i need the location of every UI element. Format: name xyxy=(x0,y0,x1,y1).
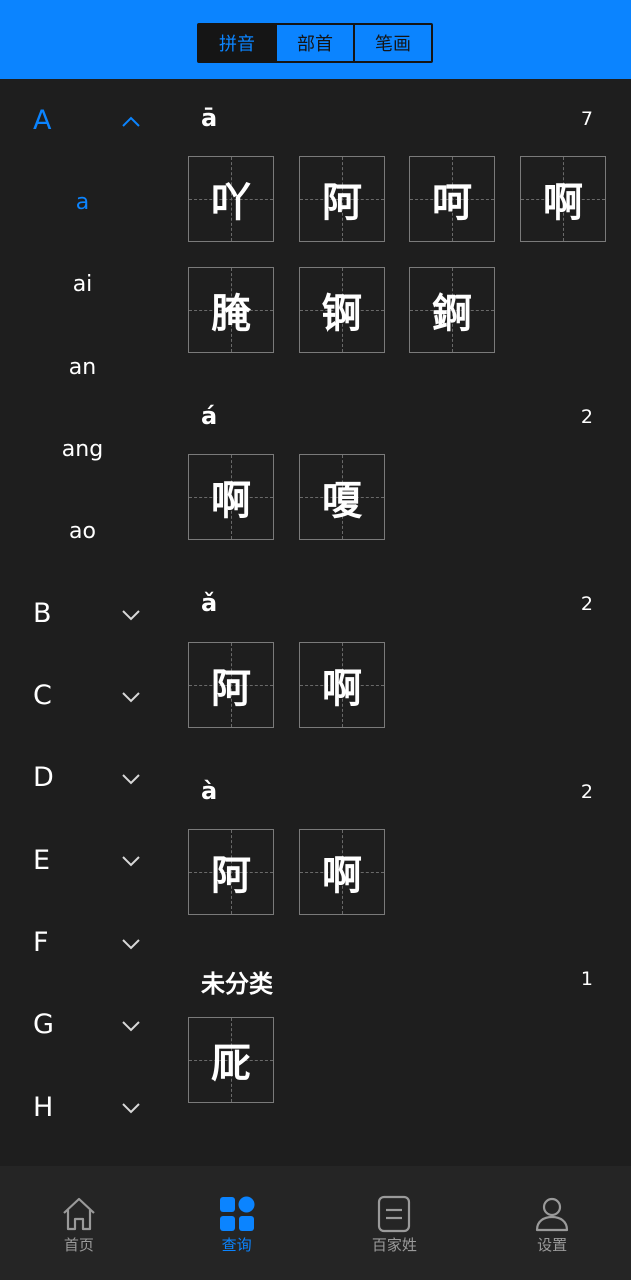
letter-sidebar: A a ai an ang ao B C D E F G H xyxy=(0,80,165,1166)
character-tile[interactable]: 錒 xyxy=(409,267,495,353)
section-title: á xyxy=(201,402,218,430)
character-tile[interactable]: 阿 xyxy=(299,156,385,242)
character: 阿 xyxy=(211,666,251,712)
chevron-down-icon[interactable] xyxy=(121,938,141,950)
character-tile[interactable]: 嗄 xyxy=(299,454,385,540)
character: 嗄 xyxy=(322,478,362,524)
chevron-down-icon[interactable] xyxy=(121,1020,141,1032)
character: 啊 xyxy=(543,180,583,226)
character-tile[interactable]: 呵 xyxy=(409,156,495,242)
tab-radical[interactable]: 部首 xyxy=(275,25,353,61)
mode-segmented-control: 拼音 部首 笔画 xyxy=(197,23,433,63)
sidebar-letter-f[interactable]: F xyxy=(33,927,49,958)
nav-settings[interactable]: 设置 xyxy=(473,1166,631,1280)
sidebar-sub-a[interactable]: a xyxy=(0,190,165,215)
character-tile[interactable]: 锕 xyxy=(299,267,385,353)
section-count: 2 xyxy=(580,593,593,615)
nav-label: 设置 xyxy=(537,1236,568,1254)
bottom-navigation: 首页 查询 百家姓 设置 xyxy=(0,1166,631,1280)
home-icon xyxy=(63,1197,95,1231)
nav-label: 百家姓 xyxy=(371,1236,417,1254)
character: 啊 xyxy=(211,478,251,524)
sidebar-letter-e[interactable]: E xyxy=(33,845,50,876)
character-tile[interactable]: 啊 xyxy=(520,156,606,242)
character: 錒 xyxy=(432,291,472,337)
character: 锕 xyxy=(322,291,362,337)
sidebar-letter-a[interactable]: A xyxy=(33,105,51,136)
section-count: 2 xyxy=(580,781,593,803)
character-tile[interactable]: 吖 xyxy=(188,156,274,242)
grid-icon xyxy=(219,1196,255,1231)
section-title: 未分类 xyxy=(201,970,273,998)
chevron-down-icon[interactable] xyxy=(121,609,141,621)
character: 吖 xyxy=(211,180,251,226)
character-tile[interactable]: 啊 xyxy=(299,829,385,915)
sidebar-letter-d[interactable]: D xyxy=(33,762,54,793)
section-title: à xyxy=(201,777,218,805)
character: 啊 xyxy=(322,853,362,899)
section-count: 1 xyxy=(580,968,593,990)
tab-stroke[interactable]: 笔画 xyxy=(353,25,431,61)
sidebar-letter-b[interactable]: B xyxy=(33,598,52,629)
book-icon xyxy=(378,1195,411,1233)
character: 腌 xyxy=(211,291,251,337)
nav-surnames[interactable]: 百家姓 xyxy=(316,1166,474,1280)
chevron-down-icon[interactable] xyxy=(121,1102,141,1114)
character-tile[interactable]: 厑 xyxy=(188,1017,274,1103)
character-tile[interactable]: 啊 xyxy=(188,454,274,540)
nav-search[interactable]: 查询 xyxy=(158,1166,316,1280)
top-bar: 拼音 部首 笔画 xyxy=(0,0,631,79)
section-count: 7 xyxy=(580,108,593,130)
user-icon xyxy=(536,1197,569,1232)
character: 厑 xyxy=(211,1041,251,1087)
nav-label: 首页 xyxy=(63,1236,94,1254)
character: 啊 xyxy=(322,666,362,712)
sidebar-sub-an[interactable]: an xyxy=(0,355,165,380)
character-tile[interactable]: 啊 xyxy=(299,642,385,728)
nav-home[interactable]: 首页 xyxy=(0,1166,158,1280)
chevron-up-icon[interactable] xyxy=(121,116,141,128)
section-title: ā xyxy=(201,104,218,132)
character-tile[interactable]: 阿 xyxy=(188,829,274,915)
character-tile[interactable]: 阿 xyxy=(188,642,274,728)
character: 阿 xyxy=(322,180,362,226)
sidebar-letter-g[interactable]: G xyxy=(33,1009,54,1040)
nav-label: 查询 xyxy=(221,1236,252,1254)
section-title: ǎ xyxy=(201,589,218,617)
sidebar-sub-ao[interactable]: ao xyxy=(0,519,165,544)
sidebar-sub-ang[interactable]: ang xyxy=(0,437,165,462)
chevron-down-icon[interactable] xyxy=(121,691,141,703)
sidebar-letter-c[interactable]: C xyxy=(33,680,52,711)
chevron-down-icon[interactable] xyxy=(121,855,141,867)
sidebar-letter-h[interactable]: H xyxy=(33,1092,53,1123)
tab-pinyin[interactable]: 拼音 xyxy=(199,25,275,61)
character: 阿 xyxy=(211,853,251,899)
character-tile[interactable]: 腌 xyxy=(188,267,274,353)
chevron-down-icon[interactable] xyxy=(121,773,141,785)
section-count: 2 xyxy=(580,406,593,428)
character: 呵 xyxy=(432,180,472,226)
sidebar-sub-ai[interactable]: ai xyxy=(0,272,165,297)
character-list: ā 7 吖 阿 呵 啊 腌 锕 錒 á 2 啊 嗄 ǎ 2 阿 啊 à 2 阿 … xyxy=(165,80,631,1166)
